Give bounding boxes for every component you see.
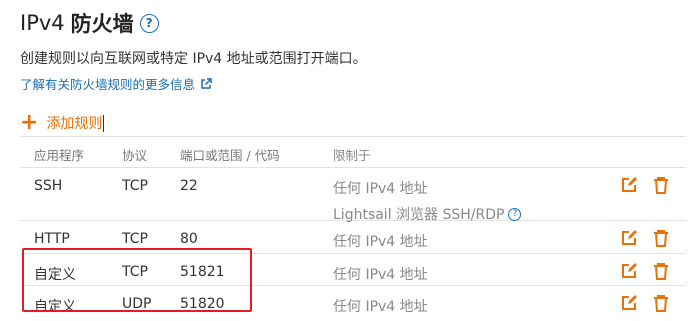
cell-port: 80 (180, 231, 198, 247)
edit-icon[interactable] (620, 294, 638, 312)
delete-icon[interactable] (652, 176, 670, 195)
delete-icon[interactable] (652, 262, 670, 281)
table-row: 自定义 TCP 51821 任何 IPv4 地址 (20, 254, 686, 286)
external-link-icon (201, 77, 212, 89)
table-header: 应用程序 协议 端口或范围 / 代码 限制于 (20, 136, 686, 168)
cell-application: 自定义 (34, 299, 76, 315)
add-rule-button[interactable]: + 添加规则 (20, 110, 105, 135)
cell-protocol: TCP (122, 264, 148, 280)
column-header-application: 应用程序 (34, 148, 85, 163)
section-description: 创建规则以向互联网或特定 IPv4 地址或范围打开端口。 (20, 51, 367, 67)
cell-protocol: TCP (122, 231, 148, 247)
row-actions (620, 176, 670, 195)
table-row: SSH TCP 22 任何 IPv4 地址 Lightsail 浏览器 SSH/… (20, 168, 686, 224)
cell-protocol: UDP (122, 296, 152, 312)
cell-application: HTTP (34, 231, 70, 247)
page-title: IPv4 防火墙 ? (20, 8, 159, 38)
row-actions (620, 229, 670, 248)
edit-icon[interactable] (620, 262, 638, 280)
delete-icon[interactable] (652, 229, 670, 248)
column-header-restricted-to: 限制于 (333, 148, 371, 163)
cell-restricted-to: 任何 IPv4 地址 (333, 267, 428, 283)
edit-icon[interactable] (620, 229, 638, 247)
column-header-protocol: 协议 (122, 148, 148, 163)
help-icon[interactable]: ? (139, 13, 159, 33)
delete-icon[interactable] (652, 294, 670, 313)
edit-icon[interactable] (620, 176, 638, 194)
cell-restricted-to: 任何 IPv4 地址 (333, 234, 428, 250)
cell-application: SSH (34, 178, 63, 194)
cell-port: 51820 (180, 296, 225, 312)
help-icon[interactable]: ? (508, 207, 522, 221)
cell-port: 22 (180, 178, 198, 194)
learn-more-text: 了解有关防火墙规则的更多信息 (20, 77, 196, 92)
learn-more-link[interactable]: 了解有关防火墙规则的更多信息 (20, 74, 212, 93)
row-actions (620, 262, 670, 281)
cell-port: 51821 (180, 264, 225, 280)
cell-application: 自定义 (34, 267, 76, 283)
table-row: HTTP TCP 80 任何 IPv4 地址 (20, 221, 686, 254)
restricted-to-text: 任何 IPv4 地址 (333, 181, 428, 197)
title-prefix: IPv4 (20, 11, 65, 35)
column-header-port: 端口或范围 / 代码 (180, 148, 280, 163)
title-main: 防火墙 (70, 12, 134, 36)
cell-restricted-to: 任何 IPv4 地址 (333, 299, 428, 315)
cell-restricted-to: 任何 IPv4 地址 Lightsail 浏览器 SSH/RDP ? (333, 178, 522, 224)
table-row: 自定义 UDP 51820 任何 IPv4 地址 (20, 286, 686, 317)
firewall-rules-table: 应用程序 协议 端口或范围 / 代码 限制于 SSH TCP 22 任何 IPv… (20, 136, 686, 317)
row-actions (620, 294, 670, 313)
cell-protocol: TCP (122, 178, 148, 194)
text-cursor (103, 114, 105, 132)
plus-icon: + (20, 110, 39, 135)
add-rule-label: 添加规则 (46, 116, 103, 132)
